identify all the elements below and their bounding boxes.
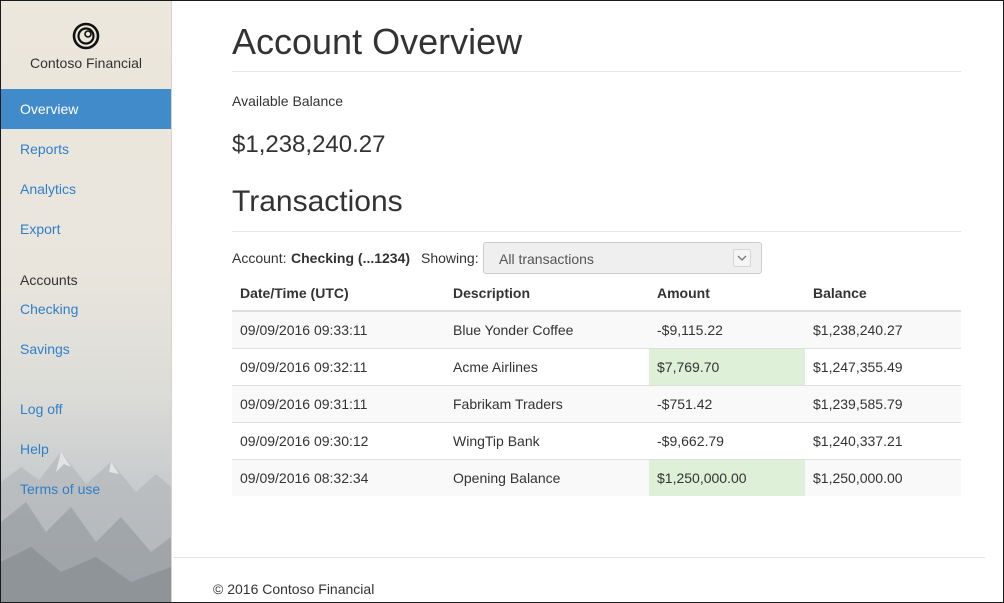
- cell-amount: $1,250,000.00: [649, 458, 805, 496]
- cell-balance: $1,239,585.79: [805, 384, 961, 422]
- sidebar-item-overview[interactable]: Overview: [1, 89, 171, 129]
- table-row[interactable]: 09/09/2016 09:33:11 Blue Yonder Coffee -…: [232, 310, 961, 348]
- cell-amount: -$9,662.79: [649, 421, 805, 459]
- sidebar: Contoso Financial Overview Reports Analy…: [1, 1, 172, 602]
- cell-balance: $1,240,337.21: [805, 421, 961, 459]
- cell-datetime: 09/09/2016 09:31:11: [232, 384, 445, 422]
- sidebar-item-savings[interactable]: Savings: [1, 329, 171, 369]
- available-balance-label: Available Balance: [232, 93, 344, 109]
- transactions-table: Date/Time (UTC) Description Amount Balan…: [232, 276, 961, 496]
- cell-datetime: 09/09/2016 09:32:11: [232, 347, 445, 385]
- sidebar-item-analytics[interactable]: Analytics: [1, 169, 171, 209]
- cell-balance: $1,250,000.00: [805, 458, 961, 496]
- sidebar-item-log-off[interactable]: Log off: [1, 389, 171, 429]
- cell-datetime: 09/09/2016 09:33:11: [232, 310, 445, 348]
- sidebar-item-help[interactable]: Help: [1, 429, 171, 469]
- ring-logo-icon: [72, 22, 100, 50]
- cell-amount: -$9,115.22: [649, 310, 805, 348]
- app-window: Contoso Financial Overview Reports Analy…: [0, 0, 1004, 603]
- column-header-datetime[interactable]: Date/Time (UTC): [232, 276, 445, 312]
- account-value: Checking (...1234): [291, 250, 411, 266]
- account-label: Account:: [232, 250, 287, 266]
- column-header-amount[interactable]: Amount: [649, 276, 805, 312]
- cell-description: Blue Yonder Coffee: [445, 310, 649, 348]
- footer-divider: [173, 557, 985, 558]
- cell-description: Acme Airlines: [445, 347, 649, 385]
- brand[interactable]: Contoso Financial: [1, 21, 171, 71]
- showing-label: Showing:: [421, 250, 479, 266]
- sidebar-item-terms-of-use[interactable]: Terms of use: [1, 469, 171, 509]
- column-header-balance[interactable]: Balance: [805, 276, 961, 312]
- transactions-filter-select[interactable]: All transactions: [483, 242, 762, 274]
- table-row[interactable]: 09/09/2016 09:30:12 WingTip Bank -$9,662…: [232, 421, 961, 459]
- transactions-title: Transactions: [232, 185, 403, 218]
- cell-amount: -$751.42: [649, 384, 805, 422]
- table-header-row: Date/Time (UTC) Description Amount Balan…: [232, 276, 961, 312]
- table-row[interactable]: 09/09/2016 09:32:11 Acme Airlines $7,769…: [232, 347, 961, 385]
- sidebar-heading-accounts: Accounts: [20, 272, 78, 288]
- page-title: Account Overview: [232, 21, 523, 62]
- available-balance-value: $1,238,240.27: [232, 131, 386, 158]
- transactions-divider: [232, 231, 961, 232]
- brand-name: Contoso Financial: [29, 55, 143, 71]
- chevron-down-icon[interactable]: [733, 249, 751, 267]
- select-value: All transactions: [499, 251, 594, 267]
- cell-description: Opening Balance: [445, 458, 649, 496]
- column-header-description[interactable]: Description: [445, 276, 649, 312]
- sidebar-item-checking[interactable]: Checking: [1, 289, 171, 329]
- title-divider: [232, 71, 961, 72]
- cell-balance: $1,247,355.49: [805, 347, 961, 385]
- cell-balance: $1,238,240.27: [805, 310, 961, 348]
- cell-amount: $7,769.70: [649, 347, 805, 385]
- footer-copyright: © 2016 Contoso Financial: [213, 581, 375, 597]
- table-row[interactable]: 09/09/2016 08:32:34 Opening Balance $1,2…: [232, 458, 961, 496]
- sidebar-item-export[interactable]: Export: [1, 209, 171, 249]
- cell-datetime: 09/09/2016 08:32:34: [232, 458, 445, 496]
- transactions-filter: Account: Checking (...1234) Showing: All…: [232, 242, 961, 276]
- table-row[interactable]: 09/09/2016 09:31:11 Fabrikam Traders -$7…: [232, 384, 961, 422]
- cell-description: Fabrikam Traders: [445, 384, 649, 422]
- cell-description: WingTip Bank: [445, 421, 649, 459]
- sidebar-item-reports[interactable]: Reports: [1, 129, 171, 169]
- cell-datetime: 09/09/2016 09:30:12: [232, 421, 445, 459]
